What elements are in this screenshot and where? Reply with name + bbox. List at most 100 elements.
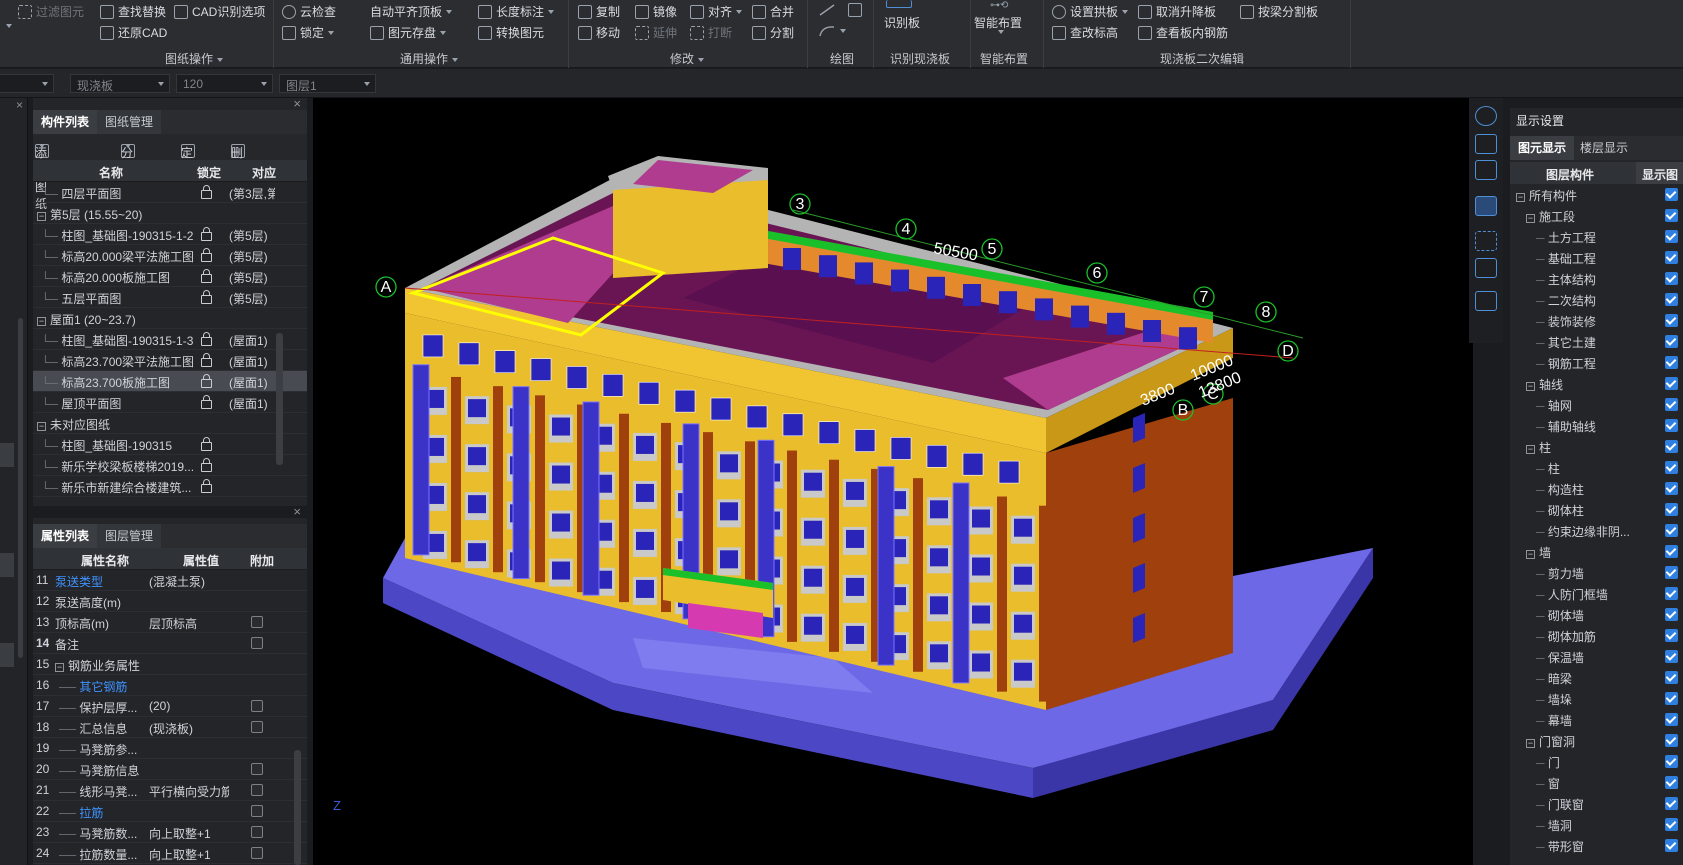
visibility-checkbox[interactable] bbox=[1665, 671, 1678, 684]
component-scrollbar[interactable] bbox=[276, 333, 283, 465]
display-tree-item[interactable]: ─ 门联窗 bbox=[1510, 793, 1683, 814]
property-row[interactable]: 17 ── 保护层厚... (20) bbox=[33, 696, 307, 717]
property-value[interactable]: (现浇板) bbox=[149, 720, 229, 737]
move-button[interactable]: 移动 bbox=[578, 24, 620, 41]
display-tree-item[interactable]: ─ 剪力墙 bbox=[1510, 562, 1683, 583]
lock-toggle[interactable] bbox=[201, 290, 212, 304]
length-dim-button[interactable]: 长度标注 bbox=[478, 3, 555, 20]
property-value[interactable]: 平行横向受力筋 bbox=[149, 783, 229, 800]
property-row[interactable]: 14 备注 bbox=[33, 633, 307, 654]
lock-toggle[interactable] bbox=[201, 437, 212, 451]
lock-toggle[interactable] bbox=[201, 395, 212, 409]
lock-toggle[interactable] bbox=[201, 458, 212, 472]
layer-combo[interactable]: 图层1 bbox=[279, 74, 376, 93]
split-button[interactable]: 分割 bbox=[752, 24, 794, 41]
orbit-view-button[interactable] bbox=[1475, 106, 1497, 126]
display-tree-item[interactable]: ─ 砌体柱 bbox=[1510, 499, 1683, 520]
dynamic-view-button[interactable] bbox=[1475, 196, 1497, 216]
lock-toggle[interactable] bbox=[201, 269, 212, 283]
copy-button[interactable]: 复制 bbox=[578, 3, 620, 20]
visibility-checkbox[interactable] bbox=[1665, 251, 1678, 264]
close-icon[interactable]: × bbox=[293, 504, 301, 519]
component-name-combo[interactable]: 120 bbox=[176, 74, 273, 93]
set-arch-slab-button[interactable]: 设置拱板 bbox=[1052, 3, 1129, 20]
display-tree-item[interactable]: ─ 钢筋工程 bbox=[1510, 352, 1683, 373]
draw-line-button[interactable] bbox=[818, 3, 836, 17]
collapse-toggle-icon[interactable]: − bbox=[1526, 739, 1535, 748]
strip-item[interactable] bbox=[0, 643, 14, 667]
view-settings-button[interactable] bbox=[1475, 291, 1497, 311]
close-icon[interactable]: × bbox=[16, 98, 23, 112]
display-tree-item[interactable]: ─ 柱 bbox=[1510, 457, 1683, 478]
visibility-checkbox[interactable] bbox=[1665, 692, 1678, 705]
group-general-ops[interactable]: 通用操作 bbox=[400, 50, 459, 67]
property-row[interactable]: 13 顶标高(m) 层顶标高 bbox=[33, 612, 307, 633]
lock-toggle[interactable] bbox=[201, 353, 212, 367]
visibility-checkbox[interactable] bbox=[1665, 419, 1678, 432]
collapse-toggle-icon[interactable]: − bbox=[37, 422, 46, 431]
3d-viewport[interactable]: A 3 4 5 6 7 8 D B C 50500 10000 13800 3800 Z bbox=[313, 98, 1473, 865]
visibility-checkbox[interactable] bbox=[1665, 335, 1678, 348]
property-value[interactable]: (20) bbox=[149, 699, 229, 713]
lock-toggle[interactable] bbox=[201, 332, 212, 346]
component-row[interactable]: └─ 新乐学校梁板楼梯2019... bbox=[33, 455, 307, 476]
lock-toggle[interactable] bbox=[201, 479, 212, 493]
visibility-checkbox[interactable] bbox=[1665, 230, 1678, 243]
display-tree-item[interactable]: ─ 墙洞 bbox=[1510, 814, 1683, 835]
property-row[interactable]: 18 ── 汇总信息 (现浇板) bbox=[33, 717, 307, 738]
collapse-toggle-icon[interactable]: − bbox=[1526, 382, 1535, 391]
visibility-checkbox[interactable] bbox=[1665, 209, 1678, 222]
2d-view-button[interactable] bbox=[1475, 134, 1497, 154]
visibility-checkbox[interactable] bbox=[1665, 461, 1678, 474]
visibility-checkbox[interactable] bbox=[1665, 272, 1678, 285]
collapse-toggle-icon[interactable]: − bbox=[55, 663, 64, 672]
display-tree-item[interactable]: ─ 二次结构 bbox=[1510, 289, 1683, 310]
strip-item[interactable] bbox=[0, 553, 14, 577]
component-row[interactable]: └─ 柱图_基础图-190315 bbox=[33, 434, 307, 455]
zoom-extents-button[interactable] bbox=[1475, 231, 1497, 251]
property-row[interactable]: 16 ── 其它钢筋 bbox=[33, 675, 307, 696]
ribbon-left-caret[interactable] bbox=[2, 24, 12, 28]
component-type-combo[interactable]: 现浇板 bbox=[70, 74, 170, 93]
display-tree-item[interactable]: ─ 构造柱 bbox=[1510, 478, 1683, 499]
extra-checkbox[interactable] bbox=[251, 616, 263, 631]
collapse-toggle-icon[interactable]: − bbox=[1516, 193, 1525, 202]
display-tree-item[interactable]: − 所有构件 bbox=[1510, 184, 1683, 205]
element-save-button[interactable]: 图元存盘 bbox=[370, 24, 447, 41]
view-slab-rebar-button[interactable]: 查看板内钢筋 bbox=[1138, 24, 1228, 41]
extra-checkbox[interactable] bbox=[251, 637, 263, 652]
convert-element-button[interactable]: 转换图元 bbox=[478, 24, 544, 41]
property-row[interactable]: 15 − 钢筋业务属性 bbox=[33, 654, 307, 675]
mirror-button[interactable]: 镜像 bbox=[635, 3, 677, 20]
draw-arc-button[interactable] bbox=[818, 24, 846, 38]
display-tree-item[interactable]: − 墙 bbox=[1510, 541, 1683, 562]
visibility-checkbox[interactable] bbox=[1665, 755, 1678, 768]
collapse-toggle-icon[interactable]: − bbox=[1526, 214, 1535, 223]
display-tree-item[interactable]: ─ 门 bbox=[1510, 751, 1683, 772]
component-row[interactable]: └─ 屋顶平面图 (屋面1) bbox=[33, 392, 307, 413]
component-row[interactable]: └─ 柱图_基础图-190315-1-2 (第5层) bbox=[33, 224, 307, 245]
extra-checkbox[interactable] bbox=[251, 805, 263, 820]
group-modify[interactable]: 修改 bbox=[670, 50, 705, 67]
collapse-toggle-icon[interactable]: − bbox=[37, 212, 46, 221]
strip-item[interactable] bbox=[0, 443, 14, 467]
visibility-checkbox[interactable] bbox=[1665, 629, 1678, 642]
restore-cad-button[interactable]: 还原CAD bbox=[100, 24, 167, 41]
extra-checkbox[interactable] bbox=[251, 784, 263, 799]
property-scrollbar[interactable] bbox=[294, 750, 301, 865]
display-tree-item[interactable]: ─ 砌体加筋 bbox=[1510, 625, 1683, 646]
property-row[interactable]: 20 ── 马凳筋信息 bbox=[33, 759, 307, 780]
display-tree-item[interactable]: − 轴线 bbox=[1510, 373, 1683, 394]
component-row[interactable]: └─ 标高20.000板施工图 (第5层) bbox=[33, 266, 307, 287]
component-row[interactable]: − 第5层 (15.55~20) bbox=[33, 203, 307, 224]
property-value[interactable]: 向上取整+1 bbox=[149, 825, 229, 842]
visibility-checkbox[interactable] bbox=[1665, 188, 1678, 201]
visibility-checkbox[interactable] bbox=[1665, 566, 1678, 579]
component-row[interactable]: − 屋面1 (20~23.7) bbox=[33, 308, 307, 329]
property-row[interactable]: 19 ── 马凳筋参... bbox=[33, 738, 307, 759]
component-row[interactable]: └─ 柱图_基础图-190315-1-3 (屋面1) bbox=[33, 329, 307, 350]
lock-toggle[interactable] bbox=[201, 185, 212, 199]
display-tree-item[interactable]: ─ 人防门框墙 bbox=[1510, 583, 1683, 604]
visibility-checkbox[interactable] bbox=[1665, 440, 1678, 453]
visibility-checkbox[interactable] bbox=[1665, 503, 1678, 516]
